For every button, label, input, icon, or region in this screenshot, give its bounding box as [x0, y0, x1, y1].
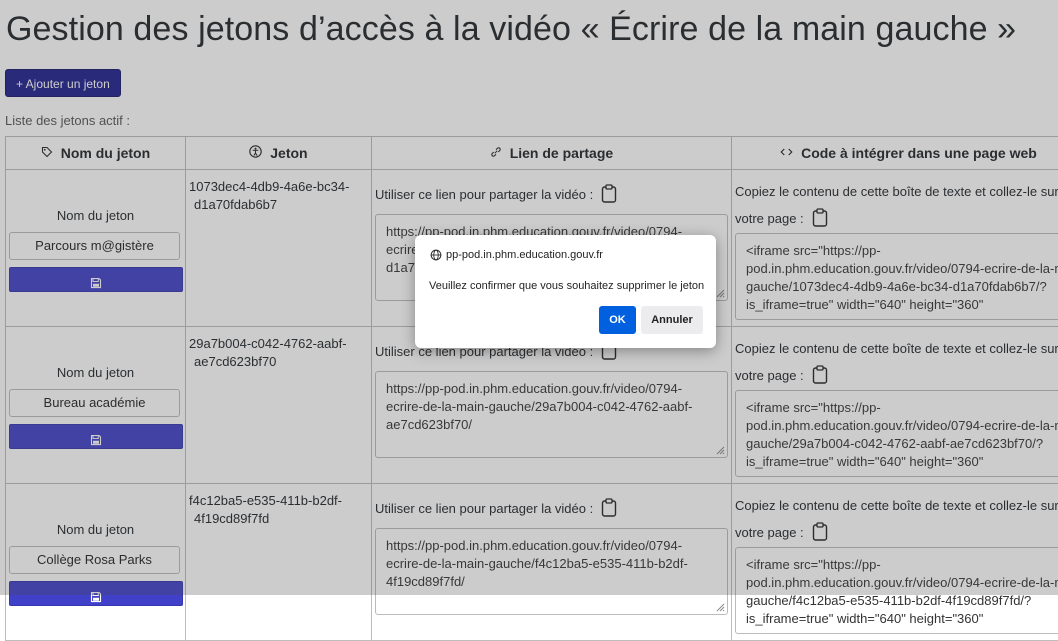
confirm-dialog: pp-pod.in.phm.education.gouv.fr Veuillez…: [415, 235, 716, 348]
resize-grip-icon[interactable]: [715, 602, 725, 612]
dialog-message: Veuillez confirmer que vous souhaitez su…: [429, 280, 704, 292]
dialog-origin: pp-pod.in.phm.education.gouv.fr: [430, 249, 603, 261]
globe-icon: [430, 249, 442, 261]
ok-button[interactable]: OK: [599, 306, 636, 334]
dialog-origin-text: pp-pod.in.phm.education.gouv.fr: [446, 249, 603, 261]
cancel-button[interactable]: Annuler: [641, 306, 703, 334]
